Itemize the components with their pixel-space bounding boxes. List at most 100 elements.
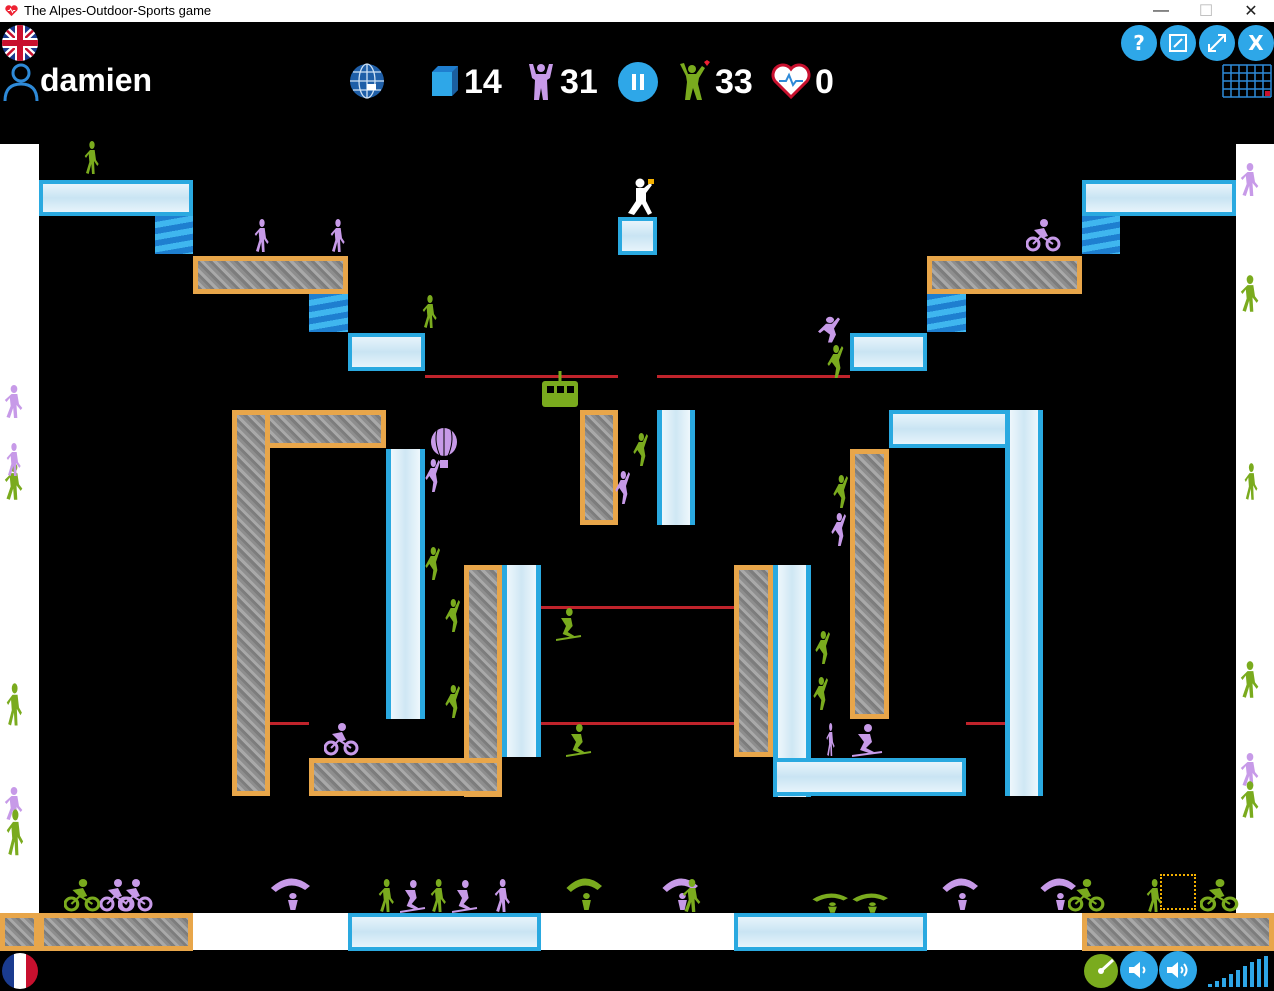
sound-down-button[interactable] bbox=[1120, 951, 1158, 989]
floor-athlete bbox=[566, 878, 602, 910]
close-window-button[interactable]: ✕ bbox=[1228, 0, 1274, 22]
athlete-cyclist bbox=[324, 723, 359, 756]
cable-rail bbox=[966, 722, 1005, 725]
floor-athlete bbox=[118, 879, 153, 912]
strongman-icon bbox=[529, 64, 553, 100]
bench-athlete bbox=[1244, 463, 1258, 500]
athlete-climber bbox=[425, 547, 440, 580]
athlete-climber bbox=[425, 459, 440, 492]
floor-athlete bbox=[682, 879, 701, 912]
edit-icon bbox=[1169, 34, 1187, 52]
athlete-walker bbox=[422, 295, 437, 328]
minimize-button[interactable]: — bbox=[1138, 0, 1184, 22]
rock-platform bbox=[193, 256, 348, 294]
user-icon bbox=[3, 63, 39, 102]
athlete-climber bbox=[445, 685, 460, 718]
cheering-player-icon bbox=[680, 60, 710, 100]
strength-count: 31 bbox=[560, 63, 598, 101]
floor-athlete bbox=[852, 893, 888, 913]
rock-platform bbox=[309, 758, 502, 796]
bench-athlete bbox=[1240, 661, 1259, 698]
exit-game-button[interactable]: X bbox=[1238, 25, 1274, 61]
ice-floor bbox=[348, 913, 541, 951]
rock-wall bbox=[232, 410, 270, 796]
floor-athlete bbox=[270, 878, 310, 910]
help-button[interactable]: ? bbox=[1121, 25, 1157, 61]
heart-app-icon bbox=[5, 5, 18, 17]
maximize-button[interactable]: ☐ bbox=[1183, 0, 1229, 22]
water-block bbox=[155, 216, 193, 254]
ice-wall bbox=[386, 449, 425, 719]
rock-floor bbox=[1082, 913, 1274, 951]
speed-dial-icon[interactable] bbox=[1081, 950, 1121, 990]
uk-flag-icon[interactable] bbox=[0, 24, 40, 62]
bench-athlete bbox=[6, 809, 24, 856]
athlete-skater bbox=[852, 724, 883, 757]
game-canvas[interactable]: damien 14 31 33 0 ? X bbox=[0, 22, 1274, 991]
bench-athlete bbox=[1240, 163, 1259, 196]
rock-platform bbox=[927, 256, 1082, 294]
athlete-walker bbox=[330, 219, 345, 252]
rock-floor bbox=[0, 913, 39, 951]
sound-up-button[interactable] bbox=[1159, 951, 1197, 989]
hearts-count: 0 bbox=[815, 63, 834, 101]
minimize-icon: — bbox=[1153, 2, 1169, 19]
athlete-climber bbox=[813, 677, 828, 710]
selection-marker[interactable] bbox=[1160, 874, 1196, 910]
signal-bars-icon bbox=[1208, 956, 1268, 987]
bench-athlete bbox=[1240, 781, 1259, 818]
players-count: 33 bbox=[715, 63, 753, 101]
floor-athlete bbox=[942, 878, 978, 910]
floor-athlete bbox=[400, 880, 426, 913]
cable-rail bbox=[657, 375, 850, 378]
edit-button[interactable] bbox=[1160, 25, 1196, 61]
athlete-climber bbox=[815, 631, 830, 664]
floor-athlete bbox=[452, 880, 478, 913]
close-icon: X bbox=[1248, 31, 1264, 55]
pause-icon bbox=[632, 74, 644, 90]
cable-rail bbox=[270, 722, 309, 725]
athlete-chairlift bbox=[556, 608, 582, 641]
fullscreen-button[interactable] bbox=[1199, 25, 1235, 61]
username: damien bbox=[40, 62, 153, 98]
player-avatar bbox=[628, 178, 654, 215]
window-title: The Alpes-Outdoor-Sports game bbox=[24, 3, 212, 18]
pause-button[interactable] bbox=[618, 62, 658, 102]
ice-platform bbox=[850, 333, 927, 371]
rock-wall bbox=[734, 565, 773, 757]
globe-icon[interactable] bbox=[347, 62, 387, 100]
cable-car-icon bbox=[542, 371, 578, 407]
bench-athlete bbox=[6, 443, 21, 476]
bench-athlete bbox=[6, 683, 22, 726]
window-titlebar: The Alpes-Outdoor-Sports game — ☐ ✕ bbox=[0, 0, 1274, 22]
blocks-count: 14 bbox=[464, 63, 502, 101]
france-flag-icon[interactable] bbox=[0, 951, 40, 991]
rock-floor bbox=[39, 913, 193, 951]
water-block bbox=[309, 294, 348, 332]
help-icon: ? bbox=[1133, 31, 1145, 55]
athlete-cyclist bbox=[1026, 219, 1061, 252]
athlete-climber bbox=[827, 345, 844, 378]
ice-floor bbox=[734, 913, 927, 951]
athlete-climber bbox=[831, 513, 846, 546]
floor-athlete bbox=[64, 879, 101, 912]
ice-platform bbox=[39, 180, 193, 216]
floor-athlete bbox=[1200, 879, 1239, 912]
athlete-climber bbox=[615, 471, 630, 504]
bench-athlete bbox=[1240, 275, 1259, 312]
ice-platform bbox=[773, 758, 966, 796]
sound-up-icon bbox=[1167, 962, 1188, 978]
heart-icon bbox=[771, 63, 811, 99]
athlete-walker bbox=[254, 219, 269, 252]
sound-down-icon bbox=[1129, 962, 1146, 978]
grid-icon[interactable] bbox=[1222, 64, 1272, 98]
ice-pillar bbox=[618, 217, 657, 255]
floor-athlete bbox=[1068, 879, 1105, 912]
bench-athlete bbox=[4, 385, 23, 418]
ice-wall bbox=[1005, 410, 1043, 796]
athlete-walker bbox=[84, 141, 99, 174]
ice-pillar bbox=[657, 410, 695, 525]
floor-athlete bbox=[812, 893, 848, 913]
athlete-climber bbox=[833, 475, 848, 508]
athlete-chairlift bbox=[566, 724, 592, 757]
